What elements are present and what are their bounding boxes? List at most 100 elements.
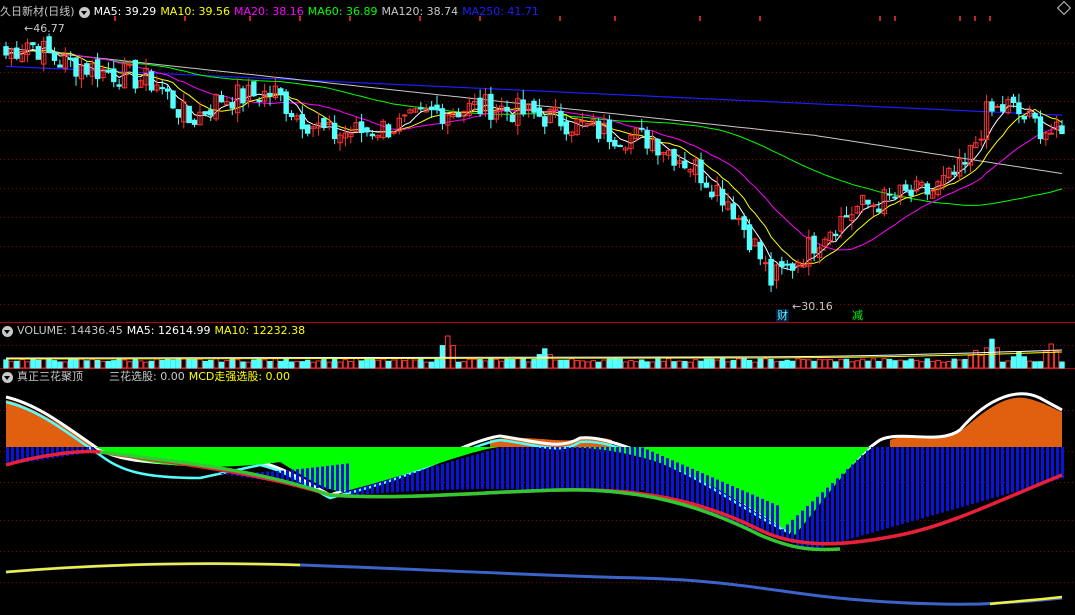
indicator-histogram-bar — [316, 467, 319, 489]
indicator-histogram-bar — [341, 464, 344, 492]
indicator-bottom-line-yellow — [5, 562, 301, 574]
candle-body — [30, 42, 36, 46]
indicator-histogram-bar — [581, 447, 584, 492]
volume-bar — [229, 358, 235, 369]
indicator-histogram-bar — [301, 468, 304, 486]
volume-bar — [94, 359, 101, 369]
indicator-histogram-bar — [406, 473, 409, 492]
volume-bar — [633, 361, 640, 369]
volume-bar — [19, 359, 25, 369]
volume-bar — [838, 358, 844, 369]
volume-bar — [854, 360, 860, 369]
volume-bar — [881, 358, 887, 369]
indicator-histogram-bar — [646, 449, 649, 493]
volume-bar — [520, 358, 526, 369]
volume-bar — [364, 358, 370, 369]
volume-bar — [1005, 360, 1011, 369]
indicator-histogram-bar — [846, 469, 849, 540]
candle-body — [833, 233, 839, 237]
volume-bar — [326, 361, 332, 369]
candle-body — [1037, 116, 1044, 140]
candle-body — [606, 119, 613, 143]
volume-bar — [213, 357, 219, 369]
volume-bar — [299, 361, 306, 369]
indicator-histogram-bar — [541, 447, 544, 490]
candle-body — [1059, 125, 1065, 135]
indicator-histogram-bar — [661, 456, 664, 498]
volume-bar — [762, 358, 769, 369]
volume-bar — [1000, 361, 1006, 369]
indicator-histogram-bar — [856, 459, 859, 537]
volume-bar — [924, 358, 931, 369]
indicator-histogram-bar — [331, 465, 334, 491]
volume-bar — [62, 361, 68, 369]
volume-bar — [903, 360, 909, 369]
indicator-histogram-bar — [1006, 447, 1009, 494]
low-price-label: ←30.16 — [792, 300, 833, 313]
volume-bar — [585, 361, 591, 369]
candle-body — [762, 262, 769, 265]
candle-body — [989, 101, 995, 112]
volume-bar — [811, 360, 817, 369]
candle-body — [1021, 115, 1027, 120]
volume-bar — [30, 358, 36, 369]
candle-body — [757, 241, 763, 260]
indicator-histogram-bar — [996, 447, 999, 497]
volume-bar — [730, 359, 737, 369]
indicator-histogram-bar — [586, 447, 589, 492]
indicator-histogram-bar — [861, 455, 864, 536]
indicator-histogram-bar — [336, 464, 339, 492]
volume-bar — [331, 358, 338, 369]
ma-legend-item: MA250: 41.71 — [462, 5, 539, 18]
tag-jian[interactable]: 减 — [851, 309, 864, 322]
dropdown-icon[interactable] — [78, 6, 90, 18]
volume-bar — [175, 358, 182, 369]
candle-body — [671, 149, 677, 166]
indicator-histogram-bar — [1046, 447, 1049, 483]
volume-bar — [859, 358, 866, 369]
volume-bar — [886, 358, 893, 369]
volume-bar — [380, 358, 386, 369]
indicator-histogram-bar — [671, 460, 674, 501]
volume-bar — [342, 359, 349, 369]
candle-body — [148, 71, 155, 91]
indicator-histogram-bar — [506, 447, 509, 490]
volume-dropdown-icon[interactable] — [2, 325, 13, 337]
volume-bar — [35, 359, 42, 369]
volume-bar — [208, 359, 214, 369]
candle-body — [175, 109, 182, 118]
indicator-title: 真正三花聚顶 — [17, 370, 83, 383]
indicator-orange-area — [890, 397, 1062, 447]
indicator-dropdown-icon[interactable] — [2, 371, 13, 383]
candle-body — [520, 99, 526, 115]
volume-bar — [736, 358, 742, 369]
candle-body — [741, 216, 747, 230]
volume-bar — [547, 354, 553, 369]
indicator-histogram-bar — [836, 478, 839, 543]
indicator-histogram-bar — [766, 501, 769, 535]
candle-body — [563, 121, 570, 135]
ma-legend-item: MA120: 38.74 — [381, 5, 459, 18]
volume-bar — [827, 358, 834, 369]
candle-body — [595, 120, 602, 139]
volume-bar — [1010, 356, 1017, 369]
volume-bar — [725, 361, 731, 369]
main-chart-header: 久日新材(日线) MA5: 39.29 MA10: 39.56 MA20: 38.16… — [0, 4, 547, 20]
volume-bar — [692, 359, 699, 369]
volume-bar — [461, 361, 467, 369]
candle-body — [321, 118, 327, 128]
indicator-histogram-bar — [221, 472, 224, 474]
indicator-histogram-bar — [461, 458, 464, 490]
indicator-histogram-bar — [321, 466, 324, 489]
indicator-histogram-bar — [551, 447, 554, 491]
volume-bar — [746, 359, 753, 369]
volume-bar — [660, 360, 667, 369]
volume-bar — [288, 361, 295, 369]
candle-body — [283, 91, 289, 114]
volume-bar — [89, 358, 95, 369]
candle-body — [994, 105, 1001, 108]
volume-bar — [477, 359, 483, 369]
volume-bar — [498, 360, 505, 369]
indicator-histogram-bar — [556, 447, 559, 491]
tag-cai[interactable]: 财 — [776, 309, 789, 322]
